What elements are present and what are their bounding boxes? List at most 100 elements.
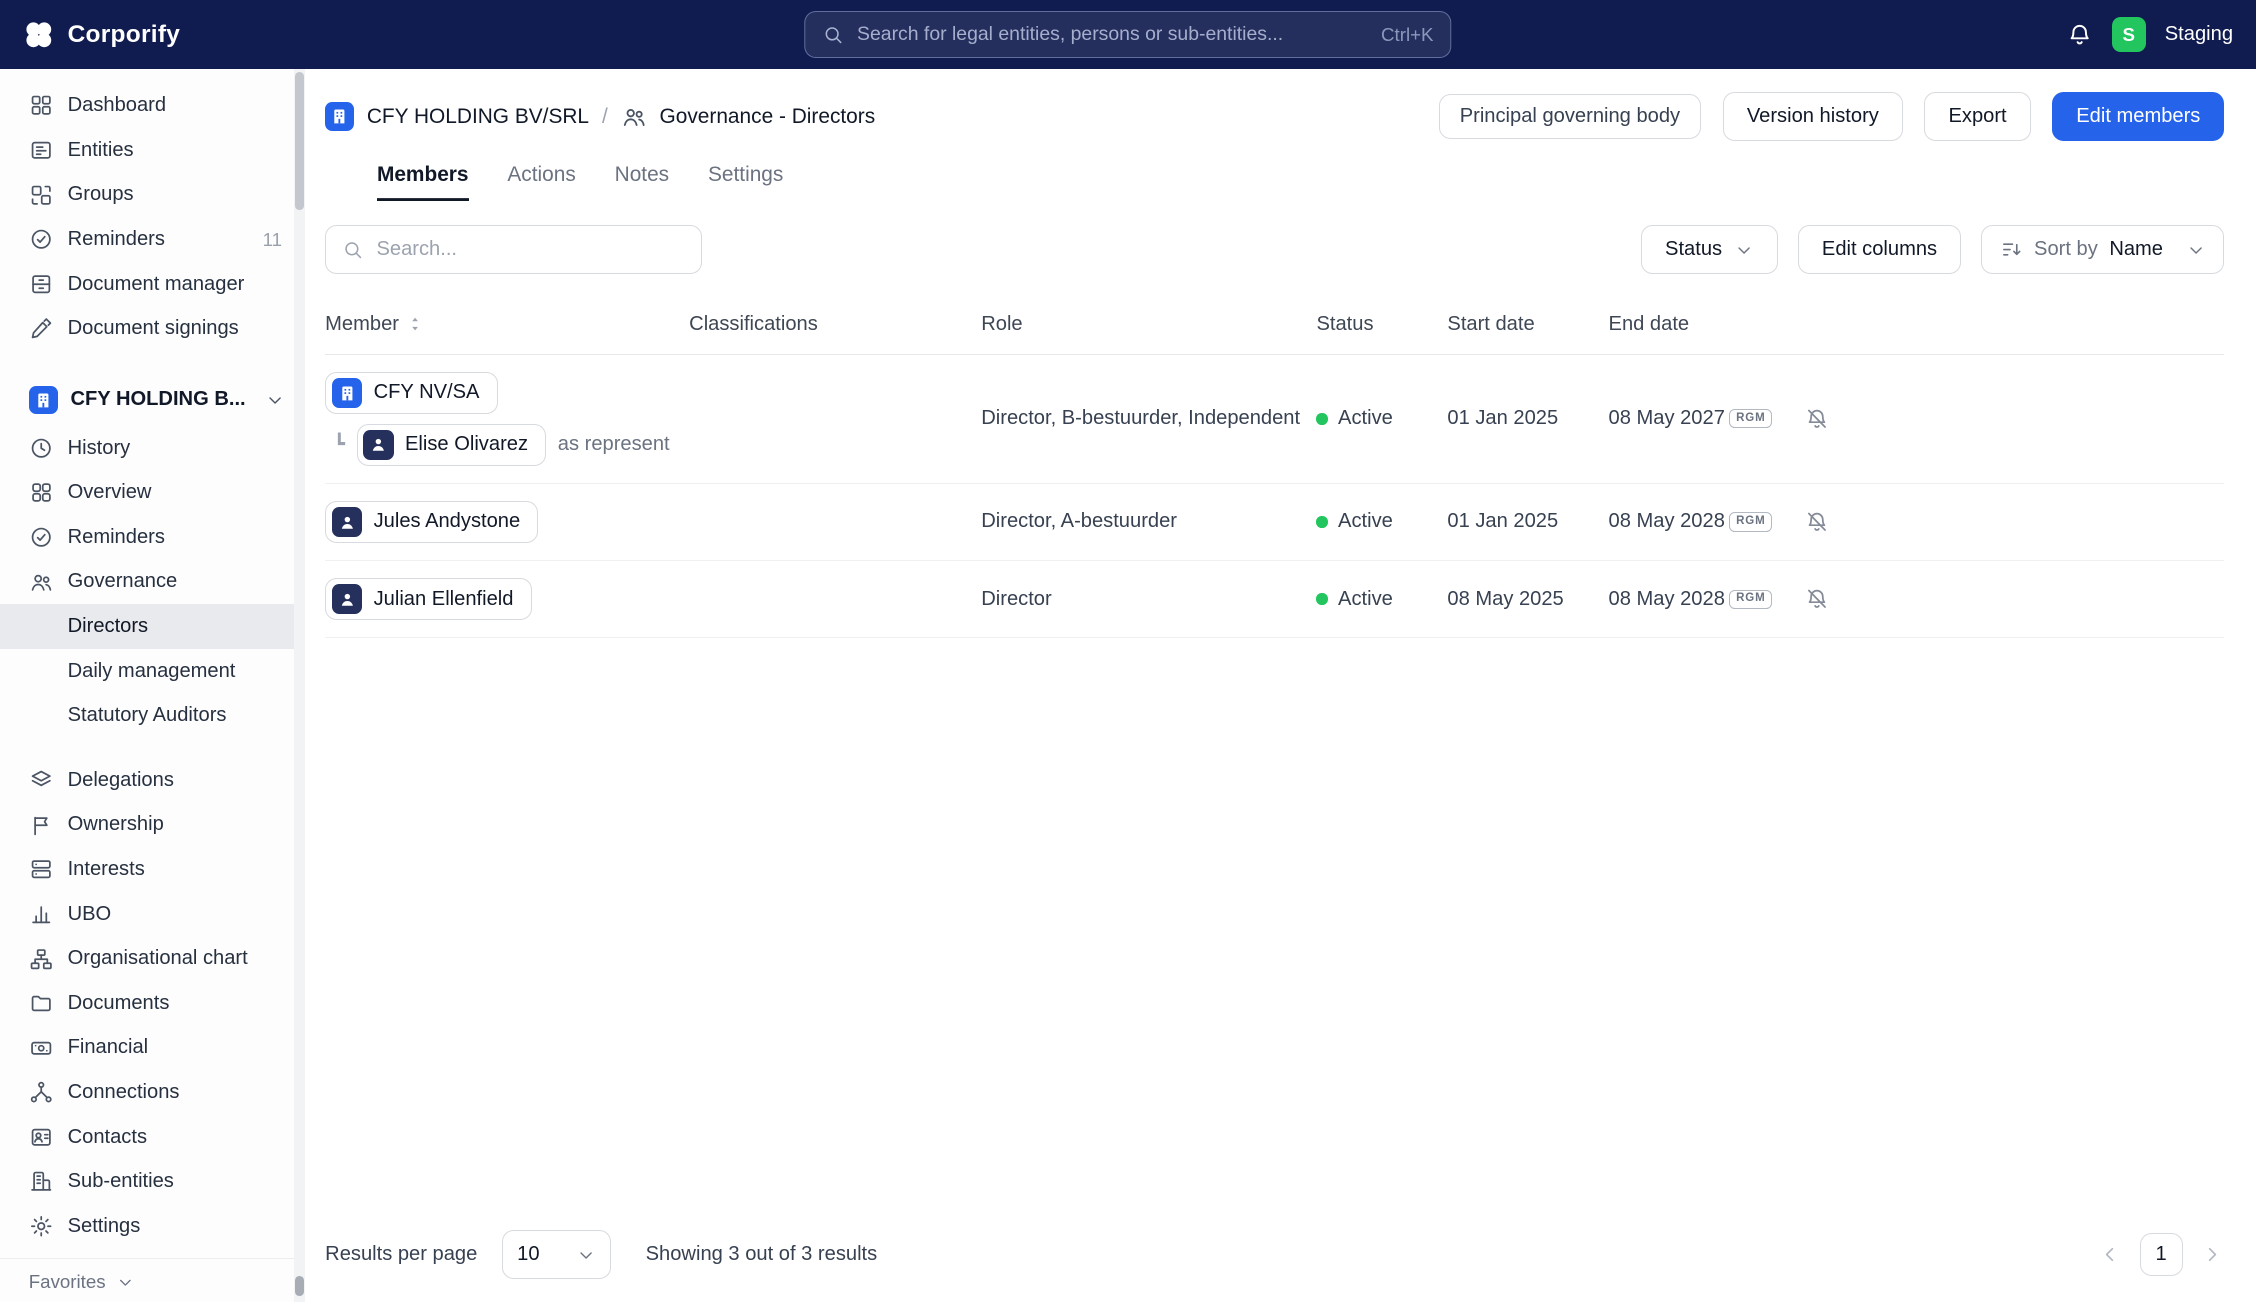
sidebar-item-groups[interactable]: Groups xyxy=(0,173,305,218)
search-icon xyxy=(825,27,842,43)
sidebar-item-overview[interactable]: Overview xyxy=(0,470,305,515)
sidebar-item-label: Overview xyxy=(67,481,152,504)
member-chip-person[interactable]: Elise Olivarez xyxy=(356,423,547,466)
start-date-cell: 08 May 2025 xyxy=(1447,587,1564,610)
table-header: Member Classifications Role Status Start… xyxy=(325,294,2225,355)
sidebar-item-label: Organisational chart xyxy=(67,947,248,970)
member-chip-person[interactable]: Jules Andystone xyxy=(325,501,539,543)
edit-members-button[interactable]: Edit members xyxy=(2052,92,2225,141)
column-label: Status xyxy=(1316,312,1374,335)
chevron-left-icon[interactable] xyxy=(2098,1243,2121,1266)
bell-icon xyxy=(2070,24,2089,45)
notifications-button[interactable] xyxy=(2066,21,2093,48)
breadcrumb-entity-link[interactable]: CFY HOLDING BV/SRL xyxy=(367,105,589,129)
scrollbar-thumb[interactable] xyxy=(294,1276,304,1297)
end-date-cell: 08 May 2028 xyxy=(1608,587,1725,610)
status-dot xyxy=(1316,413,1328,425)
global-search[interactable]: Ctrl+K xyxy=(804,10,1452,59)
status-cell: Active xyxy=(1316,510,1447,533)
rgm-badge: RGM xyxy=(1729,409,1773,429)
column-header-role[interactable]: Role xyxy=(981,313,1316,336)
sidebar-item-directors[interactable]: Directors xyxy=(0,604,306,649)
sort-control[interactable]: Sort by Name xyxy=(1981,225,2225,275)
sidebar-item-documents[interactable]: Documents xyxy=(0,981,305,1026)
sidebar-scrollbar[interactable] xyxy=(293,69,306,1302)
results-per-page-select[interactable]: 10 xyxy=(501,1230,612,1280)
entity-icon xyxy=(331,377,363,409)
tab-members[interactable]: Members xyxy=(377,163,469,201)
table-row: CFY NV/SA ┗ Elise Olivarez as represent … xyxy=(325,355,2225,484)
sidebar-item-contacts[interactable]: Contacts xyxy=(0,1115,305,1160)
sort-value: Name xyxy=(2109,238,2163,261)
sidebar-favorites[interactable]: Favorites xyxy=(0,1257,306,1302)
sidebar-item-label: Document manager xyxy=(67,272,245,295)
sidebar-item-document-signings[interactable]: Document signings xyxy=(0,306,305,351)
notifications-muted-icon[interactable] xyxy=(1804,586,1830,612)
sidebar-item-label: Documents xyxy=(67,991,170,1014)
scrollbar-thumb[interactable] xyxy=(294,71,304,211)
sidebar-item-entities[interactable]: Entities xyxy=(0,128,305,173)
contacts-icon xyxy=(31,1128,51,1146)
sidebar-item-statutory-auditors[interactable]: Statutory Auditors xyxy=(0,693,305,738)
status-label: Active xyxy=(1338,407,1393,430)
sidebar-item-governance[interactable]: Governance xyxy=(0,560,305,605)
chevron-right-icon[interactable] xyxy=(2201,1243,2224,1266)
chevron-down-icon xyxy=(579,1251,592,1259)
tab-notes[interactable]: Notes xyxy=(615,163,670,201)
org-chart-icon xyxy=(30,948,52,969)
start-date-cell: 01 Jan 2025 xyxy=(1447,407,1559,430)
column-header-start-date[interactable]: Start date xyxy=(1447,313,1608,336)
column-header-end-date[interactable]: End date xyxy=(1609,313,1730,336)
sidebar-item-delegations[interactable]: Delegations xyxy=(0,758,305,803)
pagination: 1 xyxy=(2098,1233,2225,1277)
notifications-muted-icon[interactable] xyxy=(1804,406,1830,432)
sidebar-entity-header[interactable]: CFY HOLDING B... xyxy=(0,374,305,426)
sidebar-item-interests[interactable]: Interests xyxy=(0,847,305,892)
user-avatar[interactable]: S xyxy=(2111,17,2147,52)
document-signings-icon xyxy=(31,318,52,339)
sidebar-item-label: History xyxy=(67,436,131,459)
status-filter-button[interactable]: Status xyxy=(1641,225,1778,275)
environment-label: Staging xyxy=(2164,23,2234,46)
sidebar-item-reminders[interactable]: Reminders 11 xyxy=(0,217,305,262)
brand[interactable]: Corporify xyxy=(23,19,180,51)
members-search-input[interactable] xyxy=(376,238,686,262)
member-chip-person[interactable]: Julian Ellenfield xyxy=(325,578,532,621)
reminders-icon xyxy=(31,527,51,547)
connections-icon xyxy=(30,1082,52,1103)
member-chip-entity[interactable]: CFY NV/SA xyxy=(325,372,498,414)
member-name: Elise Olivarez xyxy=(405,433,529,456)
sidebar-item-history[interactable]: History xyxy=(0,426,305,471)
sidebar-item-document-manager[interactable]: Document manager xyxy=(0,262,305,307)
history-icon xyxy=(31,438,51,458)
sidebar-item-ubo[interactable]: UBO xyxy=(0,892,305,937)
member-name: CFY NV/SA xyxy=(373,381,480,404)
column-header-member[interactable]: Member xyxy=(325,313,689,336)
sidebar-item-dashboard[interactable]: Dashboard xyxy=(0,83,305,128)
sidebar-item-entity-reminders[interactable]: Reminders xyxy=(0,515,305,560)
breadcrumb-entity-icon xyxy=(325,102,354,131)
column-header-classifications[interactable]: Classifications xyxy=(689,313,981,336)
sidebar-item-settings[interactable]: Settings xyxy=(0,1204,305,1249)
export-button[interactable]: Export xyxy=(1924,92,2031,141)
sidebar-item-financial[interactable]: Financial xyxy=(0,1026,305,1071)
sidebar-item-connections[interactable]: Connections xyxy=(0,1070,305,1115)
page-number-button[interactable]: 1 xyxy=(2139,1233,2183,1277)
tab-actions[interactable]: Actions xyxy=(507,163,575,201)
members-search[interactable] xyxy=(325,225,703,275)
entity-icon xyxy=(28,385,58,415)
global-search-input[interactable] xyxy=(857,23,1369,47)
sidebar-item-organisational-chart[interactable]: Organisational chart xyxy=(0,936,305,981)
edit-columns-button[interactable]: Edit columns xyxy=(1797,225,1962,275)
sidebar-item-sub-entities[interactable]: Sub-entities xyxy=(0,1159,305,1204)
sidebar-item-ownership[interactable]: Ownership xyxy=(0,803,305,848)
main-content: CFY HOLDING BV/SRL / Governance - Direct… xyxy=(305,69,2256,1302)
column-label: Role xyxy=(981,312,1023,335)
notifications-muted-icon[interactable] xyxy=(1804,509,1830,535)
status-dot xyxy=(1316,516,1328,528)
avatar-initial: S xyxy=(2122,23,2136,45)
column-header-status[interactable]: Status xyxy=(1316,313,1447,336)
tab-settings[interactable]: Settings xyxy=(708,163,783,201)
version-history-button[interactable]: Version history xyxy=(1722,92,1903,141)
sidebar-item-daily-management[interactable]: Daily management xyxy=(0,649,305,694)
